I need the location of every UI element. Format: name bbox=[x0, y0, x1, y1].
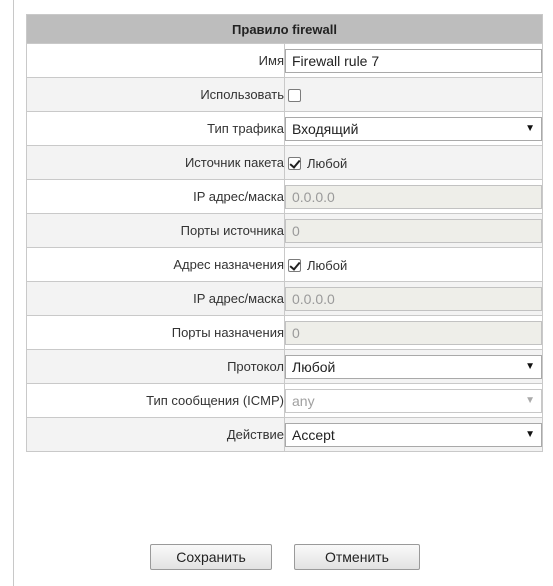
row-name: Имя Firewall rule 7 bbox=[26, 43, 543, 78]
protocol-select[interactable]: Любой ▼ bbox=[285, 354, 542, 379]
chevron-down-icon: ▼ bbox=[525, 394, 535, 406]
dst-ports-input: 0 bbox=[285, 320, 542, 345]
icmp-type-select: any ▼ bbox=[285, 388, 542, 413]
row-traffic-type: Тип трафика Входящий ▼ bbox=[26, 111, 543, 146]
src-ip-label: IP адрес/маска bbox=[26, 179, 285, 214]
cancel-button[interactable]: Отменить bbox=[294, 544, 420, 570]
source-any-checkbox[interactable] bbox=[288, 156, 301, 170]
row-use: Использовать bbox=[26, 77, 543, 112]
firewall-rule-form: Правило firewall Имя Firewall rule 7 Исп… bbox=[26, 14, 543, 452]
name-input[interactable]: Firewall rule 7 bbox=[285, 48, 542, 73]
dst-ports-label: Порты назначения bbox=[26, 315, 285, 350]
src-ports-input: 0 bbox=[285, 218, 542, 243]
chevron-down-icon: ▼ bbox=[525, 360, 535, 372]
chevron-down-icon: ▼ bbox=[525, 428, 535, 440]
form-buttons: Сохранить Отменить bbox=[0, 544, 553, 570]
row-src-ports: Порты источника 0 bbox=[26, 213, 543, 248]
source-label: Источник пакета bbox=[26, 145, 285, 180]
save-button[interactable]: Сохранить bbox=[150, 544, 272, 570]
src-ip-input: 0.0.0.0 bbox=[285, 184, 542, 209]
row-source: Источник пакета Любой bbox=[26, 145, 543, 180]
dest-any-label: Любой bbox=[307, 257, 348, 273]
row-icmp-type: Тип сообщения (ICMP) any ▼ bbox=[26, 383, 543, 418]
chevron-down-icon: ▼ bbox=[525, 122, 535, 134]
row-action: Действие Accept ▼ bbox=[26, 417, 543, 452]
dst-ip-input: 0.0.0.0 bbox=[285, 286, 542, 311]
row-dst-ip: IP адрес/маска 0.0.0.0 bbox=[26, 281, 543, 316]
name-label: Имя bbox=[26, 43, 285, 78]
action-label: Действие bbox=[26, 417, 285, 452]
row-dest: Адрес назначения Любой bbox=[26, 247, 543, 282]
frame-border bbox=[13, 0, 14, 586]
source-any-label: Любой bbox=[307, 155, 348, 171]
use-checkbox[interactable] bbox=[288, 89, 301, 103]
src-ports-label: Порты источника bbox=[26, 213, 285, 248]
row-src-ip: IP адрес/маска 0.0.0.0 bbox=[26, 179, 543, 214]
traffic-type-select[interactable]: Входящий ▼ bbox=[285, 116, 542, 141]
traffic-type-label: Тип трафика bbox=[26, 111, 285, 146]
dest-any-checkbox[interactable] bbox=[288, 258, 301, 272]
use-label: Использовать bbox=[26, 77, 285, 112]
dest-label: Адрес назначения bbox=[26, 247, 285, 282]
dst-ip-label: IP адрес/маска bbox=[26, 281, 285, 316]
protocol-label: Протокол bbox=[26, 349, 285, 384]
form-title: Правило firewall bbox=[26, 14, 543, 44]
action-select[interactable]: Accept ▼ bbox=[285, 422, 542, 447]
row-dst-ports: Порты назначения 0 bbox=[26, 315, 543, 350]
icmp-type-label: Тип сообщения (ICMP) bbox=[26, 383, 285, 418]
row-protocol: Протокол Любой ▼ bbox=[26, 349, 543, 384]
